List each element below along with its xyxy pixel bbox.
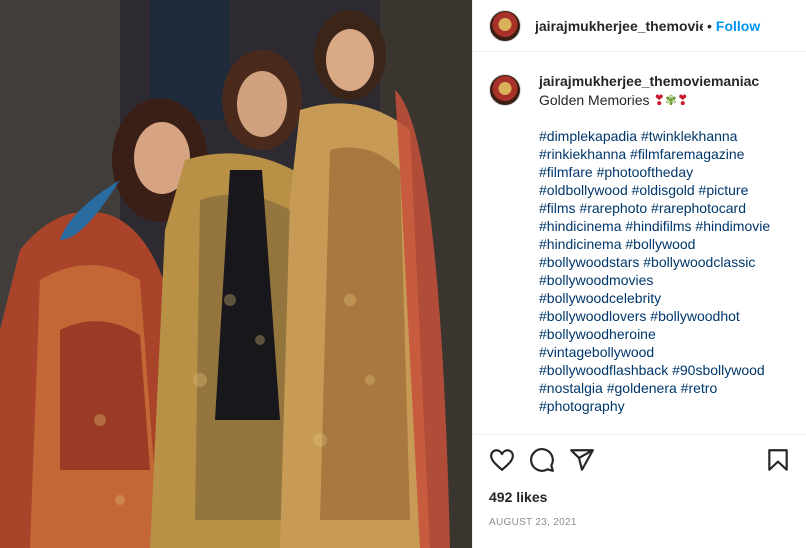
avatar[interactable] [489, 9, 521, 42]
heart-icon[interactable] [489, 447, 515, 473]
hashtag-line[interactable]: #bollywoodmovies [539, 271, 770, 289]
separator-dot: • [707, 17, 712, 34]
hashtag-line[interactable]: #nostalgia #goldenera #retro [539, 379, 770, 397]
post-image[interactable] [0, 0, 472, 548]
hashtag-line[interactable]: #photography [539, 397, 770, 415]
hashtag-line[interactable]: #bollywoodlovers #bollywoodhot [539, 307, 770, 325]
hashtag-line[interactable]: #bollywoodstars #bollywoodclassic [539, 253, 770, 271]
caption-username[interactable]: jairajmukherjee_themoviemaniac [539, 72, 770, 90]
hashtag-line[interactable]: #bollywoodheroine [539, 325, 770, 343]
hashtag-line[interactable]: #hindicinema #bollywood [539, 235, 770, 253]
bouquet-emoji: ✾ [665, 92, 677, 108]
hashtag-line[interactable]: #films #rarephoto #rarephotocard [539, 199, 770, 217]
post-actions-section: 492 likes AUGUST 23, 2021 [473, 434, 806, 548]
header-username[interactable]: jairajmukherjee_themoviemaniac [535, 18, 703, 34]
hashtag-line[interactable]: #vintagebollywood [539, 343, 770, 361]
likes-count[interactable]: 492 likes [473, 485, 806, 505]
post-header: jairajmukherjee_themoviemaniac • Follow [473, 0, 806, 52]
heart-exclamation-emoji: ❣ [653, 92, 666, 108]
heart-exclamation-emoji: ❣ [676, 92, 689, 108]
action-bar [473, 435, 806, 485]
caption-text-line: Golden Memories ❣✾❣ [539, 91, 770, 109]
hashtag-line[interactable]: #hindicinema #hindifilms #hindimovie [539, 217, 770, 235]
post-date[interactable]: AUGUST 23, 2021 [473, 505, 806, 528]
caption-avatar[interactable] [489, 74, 521, 106]
hashtag-line[interactable]: #dimplekapadia #twinklekhanna [539, 127, 770, 145]
follow-button[interactable]: Follow [716, 18, 760, 34]
caption: jairajmukherjee_themoviemaniac Golden Me… [473, 52, 806, 415]
bookmark-icon[interactable] [765, 447, 791, 473]
hashtag-line[interactable]: #bollywoodflashback #90sbollywood [539, 361, 770, 379]
photo-illustration [0, 0, 472, 548]
hashtag-line[interactable]: #bollywoodcelebrity [539, 289, 770, 307]
caption-body: jairajmukherjee_themoviemaniac Golden Me… [539, 72, 770, 415]
comment-icon[interactable] [529, 447, 555, 473]
hashtag-line[interactable]: #filmfare #photooftheday [539, 163, 770, 181]
share-icon[interactable] [569, 447, 595, 473]
instagram-post: jairajmukherjee_themoviemaniac • Follow … [0, 0, 806, 548]
hashtag-line[interactable]: #oldbollywood #oldisgold #picture [539, 181, 770, 199]
post-sidebar: jairajmukherjee_themoviemaniac • Follow … [472, 0, 806, 548]
hashtag-list: #dimplekapadia #twinklekhanna #rinkiekha… [539, 127, 770, 415]
hashtag-line[interactable]: #rinkiekhanna #filmfaremagazine [539, 145, 770, 163]
caption-text: Golden Memories [539, 92, 650, 108]
